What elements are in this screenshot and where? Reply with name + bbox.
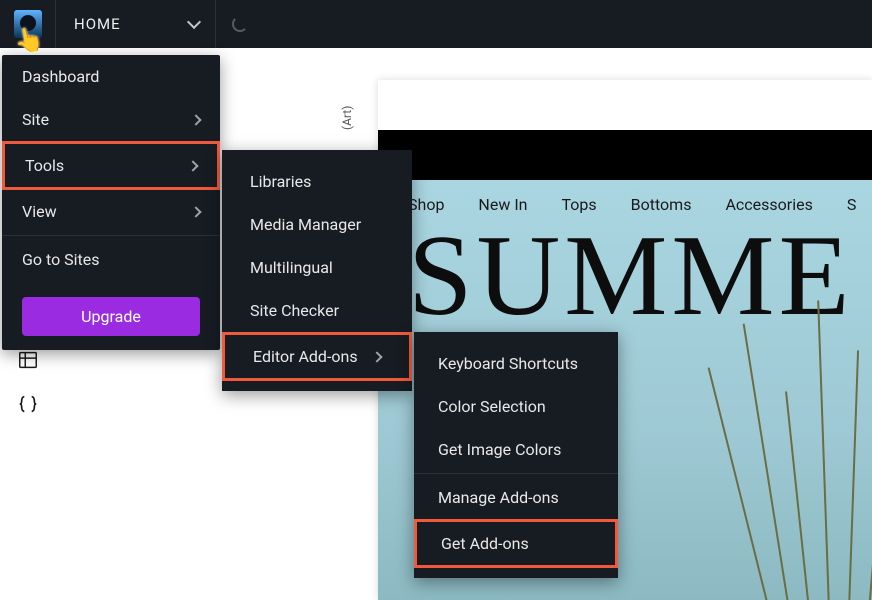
grass-decoration (758, 280, 872, 600)
page-selector-label: HOME (74, 15, 121, 33)
addons-label: Keyboard Shortcuts (438, 354, 578, 373)
submenu-item-editoraddons[interactable]: Editor Add-ons (222, 332, 412, 381)
addons-item-keyboardshortcuts[interactable]: Keyboard Shortcuts (414, 342, 618, 385)
main-menu: Dashboard Site Tools View Go to Sites Up… (2, 55, 220, 350)
cursor-hand-icon: 👆 (12, 24, 46, 57)
menu-label: Site (22, 110, 49, 129)
addons-submenu: Keyboard Shortcuts Color Selection Get I… (414, 332, 618, 578)
chevron-right-icon (187, 160, 198, 171)
addons-label: Manage Add-ons (438, 488, 559, 507)
upgrade-label: Upgrade (81, 307, 141, 326)
submenu-item-sitechecker[interactable]: Site Checker (222, 289, 412, 332)
chevron-right-icon (190, 114, 201, 125)
addons-label: Get Image Colors (438, 440, 561, 459)
upgrade-button[interactable]: Upgrade (22, 297, 200, 336)
menu-item-gotosites[interactable]: Go to Sites (2, 238, 220, 281)
chevron-right-icon (371, 351, 382, 362)
chevron-down-icon (187, 15, 201, 29)
menu-item-dashboard[interactable]: Dashboard (2, 55, 220, 98)
submenu-label: Libraries (250, 172, 311, 191)
canvas-black-band (378, 130, 872, 180)
menu-item-site[interactable]: Site (2, 98, 220, 141)
chevron-right-icon (190, 206, 201, 217)
menu-divider (2, 235, 220, 236)
addons-item-getaddons[interactable]: Get Add-ons (414, 519, 618, 568)
loading-spinner-icon (232, 16, 248, 32)
addons-item-colorselection[interactable]: Color Selection (414, 385, 618, 428)
submenu-label: Site Checker (250, 301, 339, 320)
top-bar: 👆 HOME (0, 0, 872, 48)
canvas-white-band (378, 80, 872, 130)
addons-label: Get Add-ons (441, 534, 529, 553)
page-selector[interactable]: HOME (56, 0, 216, 48)
menu-divider (414, 473, 618, 474)
code-braces-icon[interactable] (16, 392, 40, 416)
addons-item-getimagecolors[interactable]: Get Image Colors (414, 428, 618, 471)
table-icon[interactable] (16, 348, 40, 372)
menu-label: Tools (25, 156, 64, 175)
submenu-label: Multilingual (250, 258, 333, 277)
submenu-item-libraries[interactable]: Libraries (222, 160, 412, 203)
submenu-item-multilingual[interactable]: Multilingual (222, 246, 412, 289)
menu-item-view[interactable]: View (2, 190, 220, 233)
submenu-item-mediamanager[interactable]: Media Manager (222, 203, 412, 246)
submenu-label: Editor Add-ons (253, 347, 358, 366)
menu-label: Dashboard (22, 67, 99, 86)
menu-item-tools[interactable]: Tools (2, 141, 220, 190)
canvas-side-label: (Art) (340, 106, 354, 130)
app-logo-cell[interactable]: 👆 (0, 0, 56, 48)
submenu-label: Media Manager (250, 215, 361, 234)
menu-label: View (22, 202, 57, 221)
addons-item-manageaddons[interactable]: Manage Add-ons (414, 476, 618, 519)
tools-submenu: Libraries Media Manager Multilingual Sit… (222, 150, 412, 391)
addons-label: Color Selection (438, 397, 546, 416)
menu-label: Go to Sites (22, 250, 100, 269)
loading-cell (216, 0, 264, 48)
